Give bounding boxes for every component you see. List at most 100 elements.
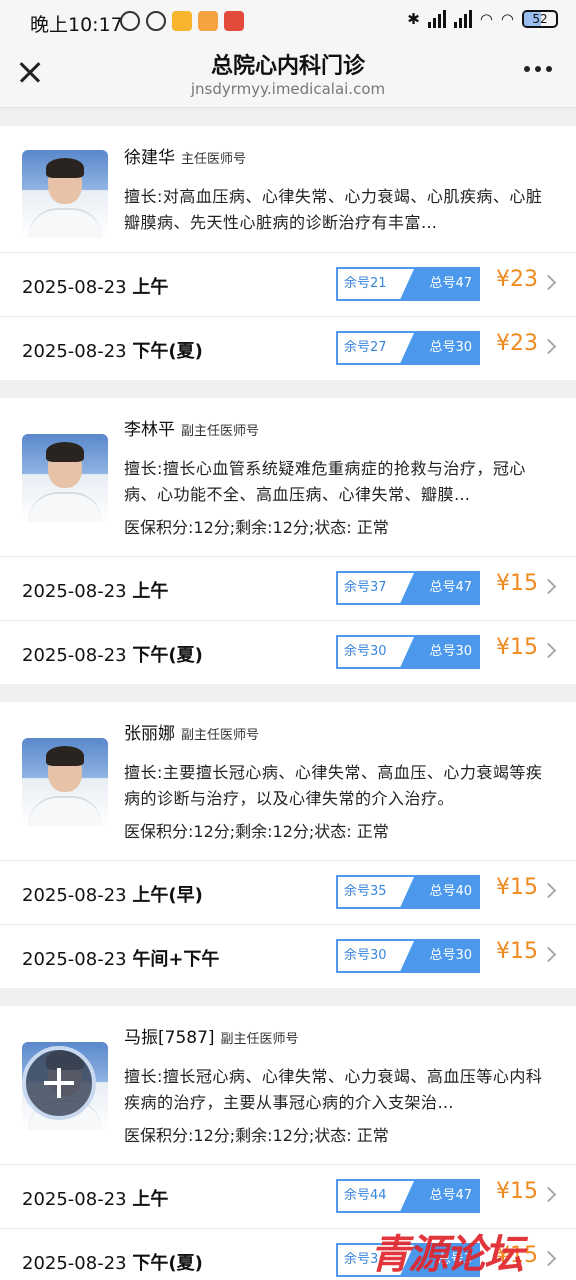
wifi-icon-2: ◠ — [500, 10, 514, 28]
signal-icon — [427, 10, 446, 28]
remaining-count: 余号27 — [338, 333, 414, 363]
slot-price: ¥23 — [496, 267, 538, 292]
quota-badge: 余号21 总号47 — [336, 267, 480, 301]
schedule-slot[interactable]: 2025-08-23 上午 余号44 总号47 ¥15 — [0, 1164, 576, 1228]
total-count: 总号30 — [429, 644, 472, 659]
chevron-right-icon — [540, 274, 557, 291]
slot-period: 上午 — [132, 581, 169, 602]
schedule-slot[interactable]: 2025-08-23 上午 余号37 总号47 ¥15 — [0, 556, 576, 620]
remaining-count: 余号44 — [338, 1181, 414, 1211]
status-time: 晚上10:17 — [30, 14, 123, 36]
total-count: 总号40 — [429, 884, 472, 899]
chevron-right-icon — [540, 946, 557, 963]
remaining-count: 余号37 — [338, 573, 414, 603]
slot-price: ¥15 — [496, 635, 538, 660]
status-bar: 晚上10:17 ✱ ◠ ◠ 52 — [0, 0, 576, 44]
wifi-icon: ◠ — [479, 10, 493, 28]
schedule-slot[interactable]: 2025-08-23 上午 余号21 总号47 ¥23 — [0, 252, 576, 316]
doctor-info[interactable]: 李林平 副主任医师号 擅长:擅长心血管系统疑难危重病症的抢救与治疗，冠心病、心功能… — [0, 398, 576, 556]
doctor-info[interactable]: 张丽娜 副主任医师号 擅长:主要擅长冠心病、心律失常、高血压、心力衰竭等疾病的诊断… — [0, 702, 576, 860]
quota-badge: 余号44 总号47 — [336, 1179, 480, 1213]
doctor-title: 副主任医师号 — [220, 1032, 299, 1047]
insurance-info: 医保积分:12分;剩余:12分;状态: 正常 — [124, 822, 389, 841]
slot-period: 下午(夏) — [132, 1253, 203, 1274]
app-notification-icon — [198, 11, 218, 31]
remaining-count: 余号30 — [338, 637, 414, 667]
more-options-icon[interactable] — [524, 66, 552, 72]
doctor-specialty: 擅长:对高血压病、心律失常、心力衰竭、心肌疾病、心脏瓣膜病、先天性心脏病的诊断治… — [124, 187, 543, 232]
slot-period: 上午 — [132, 1189, 169, 1210]
remaining-count: 余号30 — [338, 941, 414, 971]
schedule-slot[interactable]: 2025-08-23 下午(夏) 余号27 总号30 ¥23 — [0, 316, 576, 380]
mail-app-icon — [172, 11, 192, 31]
doctor-specialty: 擅长:擅长冠心病、心律失常、心力衰竭、高血压等心内科疾病的治疗，主要从事冠心病的… — [124, 1067, 543, 1112]
quota-badge: 余号37 总号47 — [336, 571, 480, 605]
chevron-right-icon — [540, 1250, 557, 1267]
slot-period: 下午(夏) — [132, 341, 203, 362]
doctor-title: 主任医师号 — [181, 152, 247, 167]
insurance-info: 医保积分:12分;剩余:12分;状态: 正常 — [124, 518, 389, 537]
doctor-card: 张丽娜 副主任医师号 擅长:主要擅长冠心病、心律失常、高血压、心力衰竭等疾病的诊断… — [0, 702, 576, 988]
slot-price: ¥15 — [496, 939, 538, 964]
remaining-count: 余号35 — [338, 877, 414, 907]
doctor-card: 李林平 副主任医师号 擅长:擅长心血管系统疑难危重病症的抢救与治疗，冠心病、心功能… — [0, 398, 576, 684]
app-notification-icon-2 — [224, 11, 244, 31]
schedule-slot[interactable]: 2025-08-23 下午(夏) 余号30 总号30 ¥15 — [0, 620, 576, 684]
slot-date: 2025-08-23 — [22, 1253, 127, 1274]
doctor-name: 马振[7587] — [124, 1028, 215, 1048]
chevron-right-icon — [540, 338, 557, 355]
chevron-right-icon — [540, 578, 557, 595]
title-bar: 总院心内科门诊 jnsdyrmyy.imedicalai.com — [0, 44, 576, 108]
chevron-right-icon — [540, 642, 557, 659]
alarm-icon — [146, 11, 166, 31]
doctor-name: 徐建华 — [124, 148, 175, 168]
slot-date: 2025-08-23 — [22, 581, 127, 602]
remaining-count: 余号21 — [338, 269, 414, 299]
schedule-slot[interactable]: 2025-08-23 上午(早) 余号35 总号40 ¥15 — [0, 860, 576, 924]
slot-period: 上午 — [132, 277, 169, 298]
floating-add-button[interactable] — [22, 1046, 96, 1120]
bluetooth-icon: ✱ — [407, 10, 420, 28]
slot-date: 2025-08-23 — [22, 645, 127, 666]
doctor-card: 徐建华 主任医师号 擅长:对高血压病、心律失常、心力衰竭、心肌疾病、心脏瓣膜病、先… — [0, 126, 576, 380]
insurance-info: 医保积分:12分;剩余:12分;状态: 正常 — [124, 1126, 389, 1145]
page-title: 总院心内科门诊 — [210, 54, 365, 79]
quota-badge: 余号27 总号30 — [336, 331, 480, 365]
slot-price: ¥15 — [496, 1179, 538, 1204]
doctor-avatar — [22, 434, 108, 522]
chevron-right-icon — [540, 882, 557, 899]
doctor-avatar — [22, 738, 108, 826]
doctor-specialty: 擅长:擅长心血管系统疑难危重病症的抢救与治疗，冠心病、心功能不全、高血压病、心律… — [124, 459, 526, 504]
notification-icons — [120, 11, 244, 31]
total-count: 总号47 — [429, 276, 472, 291]
doctor-specialty: 擅长:主要擅长冠心病、心律失常、高血压、心力衰竭等疾病的诊断与治疗，以及心律失常… — [124, 763, 543, 808]
slot-date: 2025-08-23 — [22, 949, 127, 970]
slot-price: ¥15 — [496, 875, 538, 900]
slot-period: 下午(夏) — [132, 645, 203, 666]
quota-badge: 余号30 总号30 — [336, 635, 480, 669]
doctor-info[interactable]: 徐建华 主任医师号 擅长:对高血压病、心律失常、心力衰竭、心肌疾病、心脏瓣膜病、先… — [0, 126, 576, 252]
total-count: 总号47 — [429, 580, 472, 595]
slot-price: ¥23 — [496, 331, 538, 356]
total-count: 总号47 — [429, 1188, 472, 1203]
chevron-right-icon — [540, 1186, 557, 1203]
watermark-logo: 青源论坛 — [370, 1232, 524, 1278]
battery-icon: 52 — [522, 10, 558, 28]
page-url: jnsdyrmyy.imedicalai.com — [190, 80, 386, 98]
slot-date: 2025-08-23 — [22, 1189, 127, 1210]
doctor-avatar — [22, 150, 108, 238]
total-count: 总号30 — [429, 340, 472, 355]
doctor-title: 副主任医师号 — [181, 424, 260, 439]
doctor-name: 张丽娜 — [124, 724, 175, 744]
system-icons: ✱ ◠ ◠ 52 — [407, 10, 558, 28]
slot-period: 上午(早) — [132, 885, 203, 906]
signal-icon-2 — [453, 10, 472, 28]
slot-date: 2025-08-23 — [22, 885, 127, 906]
doctor-name: 李林平 — [124, 420, 175, 440]
schedule-slot[interactable]: 2025-08-23 午间+下午 余号30 总号30 ¥15 — [0, 924, 576, 988]
total-count: 总号30 — [429, 948, 472, 963]
slot-date: 2025-08-23 — [22, 277, 127, 298]
slot-period: 午间+下午 — [132, 949, 220, 970]
slot-date: 2025-08-23 — [22, 341, 127, 362]
mute-icon — [120, 11, 140, 31]
